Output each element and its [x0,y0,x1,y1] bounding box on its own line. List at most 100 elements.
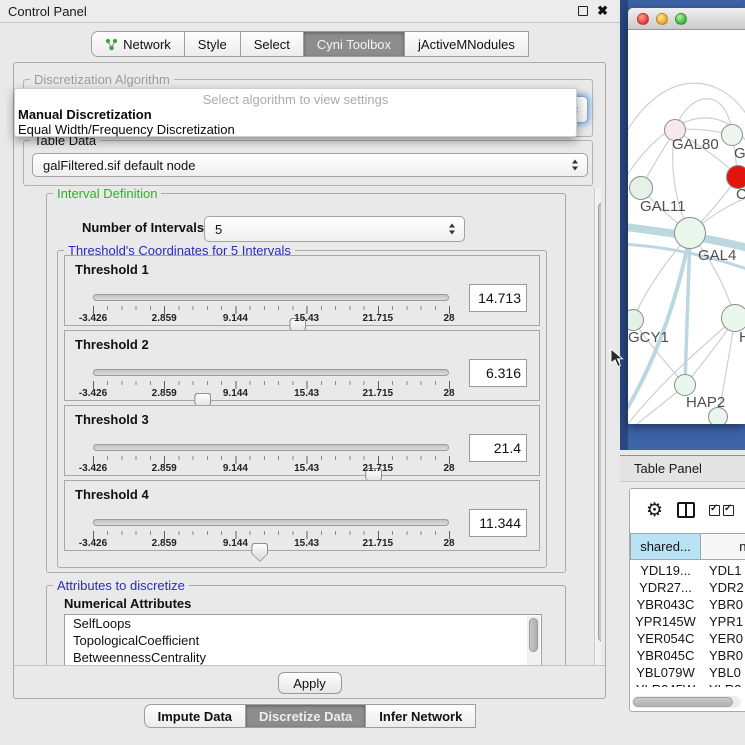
table-row[interactable]: YBR045C YBR0 [630,647,745,664]
tick-label: -3.426 [79,313,107,324]
attribute-list-item[interactable]: TopologicalCoefficient [65,632,541,649]
tick-label: 9.144 [223,538,248,549]
scrollbar-thumb[interactable] [529,618,538,652]
tick-label: 15.43 [294,463,319,474]
threshold-value-field[interactable]: 11.344 [469,509,527,537]
threshold-value-field[interactable]: 14.713 [469,284,527,312]
bottom-tab-bar: Impute Data Discretize Data Infer Networ… [0,704,620,728]
tick-label: 9.144 [223,388,248,399]
top-tab[interactable]: Network [91,31,185,57]
tick-label: 15.43 [294,538,319,549]
network-node[interactable] [629,176,653,200]
scrollbar-thumb[interactable] [598,202,601,642]
attributes-group: Attributes to discretize Numerical Attri… [46,585,566,665]
table-cell: YBL0 [701,664,745,681]
network-node-label: H [739,329,745,346]
threshold-panel: Threshold 3 -3.426 2 [64,405,540,476]
network-node[interactable] [674,374,696,396]
apply-button[interactable]: Apply [278,672,342,694]
top-tab[interactable]: jActiveMNodules [404,31,529,57]
column-header-shared-name[interactable]: shared... [630,533,701,560]
tick-label: -3.426 [79,463,107,474]
combo-arrows-icon [572,160,579,171]
control-panel-title: Control Panel [0,4,87,19]
table-cell: YBR045C [630,647,701,664]
slider-tick-labels: -3.426 2.859 9.144 15.43 21.715 28 [93,538,449,549]
column-header-name[interactable]: name [701,533,745,560]
float-window-icon[interactable] [578,6,588,16]
settings-vertical-scrollbar[interactable] [594,188,601,665]
dropdown-option-equal-width[interactable]: Equal Width/Frequency Discretization [18,122,235,137]
top-tab[interactable]: Cyni Toolbox [303,31,405,57]
number-of-intervals-combobox[interactable]: 5 [204,216,465,242]
attributes-list-scrollbar[interactable] [527,616,540,665]
table-cell: YDL19... [630,562,701,579]
bottom-tab-label: Impute Data [158,709,232,724]
tick-label: 28 [443,463,454,474]
bottom-tab[interactable]: Discretize Data [245,704,366,728]
screen: Control Panel ✖ Network [0,0,745,745]
table-header-row: shared... name [630,533,745,560]
bottom-tab-label: Infer Network [379,709,462,724]
network-node-label: GCY1 [628,329,669,346]
table-cell: YBR0 [701,596,745,613]
table-cell: YPR145W [630,613,701,630]
zoom-traffic-light-icon[interactable] [675,13,687,25]
number-of-intervals-label: Number of Intervals [82,220,204,235]
table-row[interactable]: YBR043C YBR0 [630,596,745,613]
bottom-tab[interactable]: Infer Network [365,704,476,728]
table-row[interactable]: YDR27... YDR2 [630,579,745,596]
table-row[interactable]: YPR145W YPR1 [630,613,745,630]
network-node[interactable] [674,217,706,249]
top-tab-label: Style [198,37,227,52]
attribute-list-item[interactable]: BetweennessCentrality [65,649,541,665]
threshold-panel: Threshold 2 -3.426 2 [64,330,540,401]
table-data-combobox[interactable]: galFiltered.sif default node [32,153,588,177]
threshold-panel: Threshold 4 -3.426 2 [64,480,540,551]
top-tab[interactable]: Style [184,31,241,57]
control-panel-window: Control Panel ✖ Network [0,0,620,745]
gear-icon[interactable]: ⚙ [646,501,663,520]
table-cell: YDR27... [630,579,701,596]
top-tab[interactable]: Select [240,31,304,57]
columns-icon[interactable] [677,502,695,518]
tick-label: 2.859 [152,538,177,549]
table-cell: YBR0 [701,647,745,664]
table-row[interactable]: YLR345W YLR3 [630,681,745,687]
network-node[interactable] [721,304,745,332]
threshold-label: Threshold 4 [75,487,149,502]
threshold-value-field[interactable]: 6.316 [469,359,527,387]
tick-label: 28 [443,388,454,399]
table-horizontal-scrollbar[interactable] [632,696,741,708]
dropdown-option-manual[interactable]: Manual Discretization [18,107,152,122]
slider-tick-labels: -3.426 2.859 9.144 15.43 21.715 28 [93,388,449,399]
network-canvas[interactable]: GAL80GACGAL11GAL4GCY1HHAP2 [628,30,745,424]
checkbox-icon[interactable] [709,505,720,516]
network-node-label: HAP2 [686,394,725,411]
top-tab-label: Select [254,37,290,52]
interval-definition-group: Interval Definition Number of Intervals … [46,193,566,573]
attribute-list-item[interactable]: SelfLoops [65,615,541,632]
table-row[interactable]: YER054C YER0 [630,630,745,647]
tick-label: -3.426 [79,538,107,549]
bottom-tab[interactable]: Impute Data [144,704,246,728]
table-cell: YBR043C [630,596,701,613]
close-traffic-light-icon[interactable] [637,13,649,25]
table-row[interactable]: YBL079W YBL0 [630,664,745,681]
tick-label: 2.859 [152,313,177,324]
discretization-algorithm-label: Discretization Algorithm [30,72,174,87]
checkbox-icon[interactable] [723,505,734,516]
table-row[interactable]: YDL19... YDL1 [630,562,745,579]
dropdown-prompt-item[interactable]: Select algorithm to view settings [15,92,576,107]
threshold-value-field[interactable]: 21.4 [469,434,527,462]
scrollbar-thumb[interactable] [633,697,733,707]
top-tab-bar: Network Style Select Cyni Toolbox jActiv… [0,31,620,57]
table-panel: ⚙ shared... name YDL19... YDL1 YDR27... [629,488,745,712]
close-icon[interactable]: ✖ [597,6,608,16]
table-cell: YLR3 [701,681,745,687]
minimize-traffic-light-icon[interactable] [656,13,668,25]
combo-arrows-icon [449,224,456,235]
network-node[interactable] [721,124,743,146]
table-panel-toolbar: ⚙ [630,489,745,531]
network-window-titlebar [628,8,745,30]
